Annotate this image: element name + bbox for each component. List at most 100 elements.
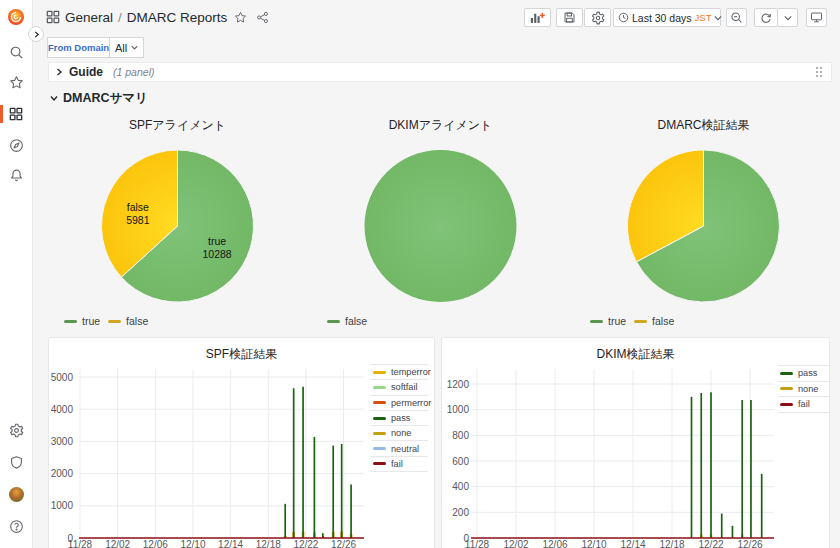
legend-item-true[interactable]: true (590, 315, 626, 327)
zoom-out-button[interactable] (726, 8, 747, 27)
legend-color-dash (780, 387, 793, 390)
legend-item-pass[interactable]: pass (778, 366, 831, 382)
y-axis-label: 1200 (447, 379, 470, 390)
pie-value: 5981 (126, 214, 150, 226)
chart-legend: passnonefail (778, 365, 831, 413)
pie-chart: true10288false5981 (46, 108, 309, 332)
cycle-view-mode-button[interactable] (806, 8, 827, 27)
legend-color-dash (373, 462, 386, 465)
dashboards-icon[interactable] (0, 105, 32, 123)
pie-label: true (208, 235, 226, 247)
legend-color-dash (64, 320, 77, 323)
variable-selected-value: All (115, 42, 127, 54)
dashboard-settings-button[interactable] (584, 8, 611, 27)
y-axis-label: 800 (452, 430, 469, 441)
time-picker[interactable]: Last 30 days JST (613, 8, 721, 27)
legend-item-false[interactable]: false (634, 315, 674, 327)
y-axis-label: 400 (452, 481, 469, 492)
time-range-label: Last 30 days (632, 12, 692, 24)
x-axis-label: 12/10 (581, 539, 606, 548)
legend-color-dash (373, 401, 386, 404)
variable-label-from-domain[interactable]: From Domain (47, 37, 110, 58)
star-icon[interactable] (0, 73, 32, 91)
chevron-down-icon (50, 94, 58, 102)
row-guide-title: Guide (69, 65, 103, 79)
help-icon[interactable] (0, 517, 32, 535)
x-axis-label: 12/18 (256, 539, 281, 548)
legend-color-dash (780, 372, 793, 375)
x-axis-label: 12/10 (180, 539, 205, 548)
legend-item-none[interactable]: none (371, 426, 428, 441)
row-drag-handle[interactable] (815, 66, 823, 78)
security-shield-icon[interactable] (0, 453, 32, 471)
y-axis-label: 1000 (51, 500, 74, 511)
panel-dkim-alignment: DKIMアライメント false (309, 108, 572, 332)
pie-legend: true false (590, 315, 674, 327)
legend-item-temperror[interactable]: temperror (371, 365, 428, 380)
legend-item-false[interactable]: false (108, 315, 148, 327)
sidebar-expand-button[interactable] (28, 26, 44, 42)
pie-label: false (127, 201, 149, 213)
timezone-label: JST (695, 12, 712, 23)
pie-legend: true false (64, 315, 148, 327)
x-axis-label: 12/02 (503, 539, 528, 548)
breadcrumb-section[interactable]: General (65, 10, 113, 25)
pie-value: 10288 (203, 248, 232, 260)
share-icon[interactable] (256, 11, 269, 24)
add-panel-button[interactable] (524, 8, 551, 27)
x-axis-label: 12/26 (737, 539, 762, 548)
avatar[interactable] (0, 485, 32, 503)
legend-color-dash (373, 371, 386, 374)
y-axis-label: 600 (452, 456, 469, 467)
pie-legend: false (327, 315, 367, 327)
timeseries-chart: 11/2812/0212/0612/1012/1412/1812/2212/26… (442, 338, 831, 548)
legend-item-false[interactable]: false (327, 315, 367, 327)
x-axis-label: 12/22 (293, 539, 318, 548)
legend-color-dash (373, 447, 386, 450)
dashboard-grid-icon[interactable] (46, 10, 60, 24)
chart-legend: temperrorsoftfailpermerrorpassnoneneutra… (371, 364, 428, 472)
legend-item-fail[interactable]: fail (778, 397, 831, 413)
legend-color-dash (373, 432, 386, 435)
grafana-logo[interactable] (0, 7, 32, 27)
legend-item-true[interactable]: true (64, 315, 100, 327)
legend-color-dash (780, 403, 793, 406)
legend-item-softfail[interactable]: softfail (371, 380, 428, 395)
row-guide[interactable]: Guide (1 panel) (48, 62, 832, 82)
legend-item-fail[interactable]: fail (371, 457, 428, 472)
row-summary-title: DMARCサマリ (63, 90, 148, 107)
legend-item-permerror[interactable]: permerror (371, 396, 428, 411)
legend-color-dash (327, 320, 340, 323)
pie-chart (309, 108, 572, 332)
save-dashboard-button[interactable] (556, 8, 583, 27)
y-axis-label: 3000 (51, 436, 74, 447)
y-axis-label: 200 (452, 507, 469, 518)
sidebar (0, 0, 33, 548)
x-axis-label: 12/18 (659, 539, 684, 548)
panel-dmarc-result: DMARC検証結果 truefalse (572, 108, 835, 332)
legend-color-dash (634, 320, 647, 323)
favorite-star-icon[interactable] (234, 11, 247, 24)
pie-slice-false[interactable] (365, 150, 517, 302)
x-axis-label: 12/26 (331, 539, 356, 548)
pie-chart (572, 108, 835, 332)
y-axis-label: 2000 (51, 468, 74, 479)
refresh-button[interactable] (754, 8, 778, 27)
x-axis-label: 12/06 (143, 539, 168, 548)
chevron-down-icon (131, 45, 138, 50)
alerting-bell-icon[interactable] (0, 166, 32, 184)
search-icon[interactable] (0, 43, 32, 61)
variable-value-dropdown[interactable]: All (109, 37, 144, 58)
row-dmarc-summary[interactable]: DMARCサマリ (50, 90, 148, 106)
chevron-down-icon (714, 15, 722, 21)
breadcrumb-separator: / (118, 10, 122, 25)
legend-item-none[interactable]: none (778, 382, 831, 398)
y-axis-label: 5000 (51, 372, 74, 383)
legend-item-pass[interactable]: pass (371, 411, 428, 426)
explore-compass-icon[interactable] (0, 136, 32, 154)
panel-spf-alignment: SPFアライメント true10288false5981 truefalse (46, 108, 309, 332)
refresh-interval-dropdown[interactable] (777, 8, 798, 27)
legend-item-neutral[interactable]: neutral (371, 441, 428, 456)
panel-spf-results: SPF検証結果 11/2812/0212/0612/1012/1412/1812… (48, 337, 435, 548)
settings-gear-icon[interactable] (0, 421, 32, 439)
